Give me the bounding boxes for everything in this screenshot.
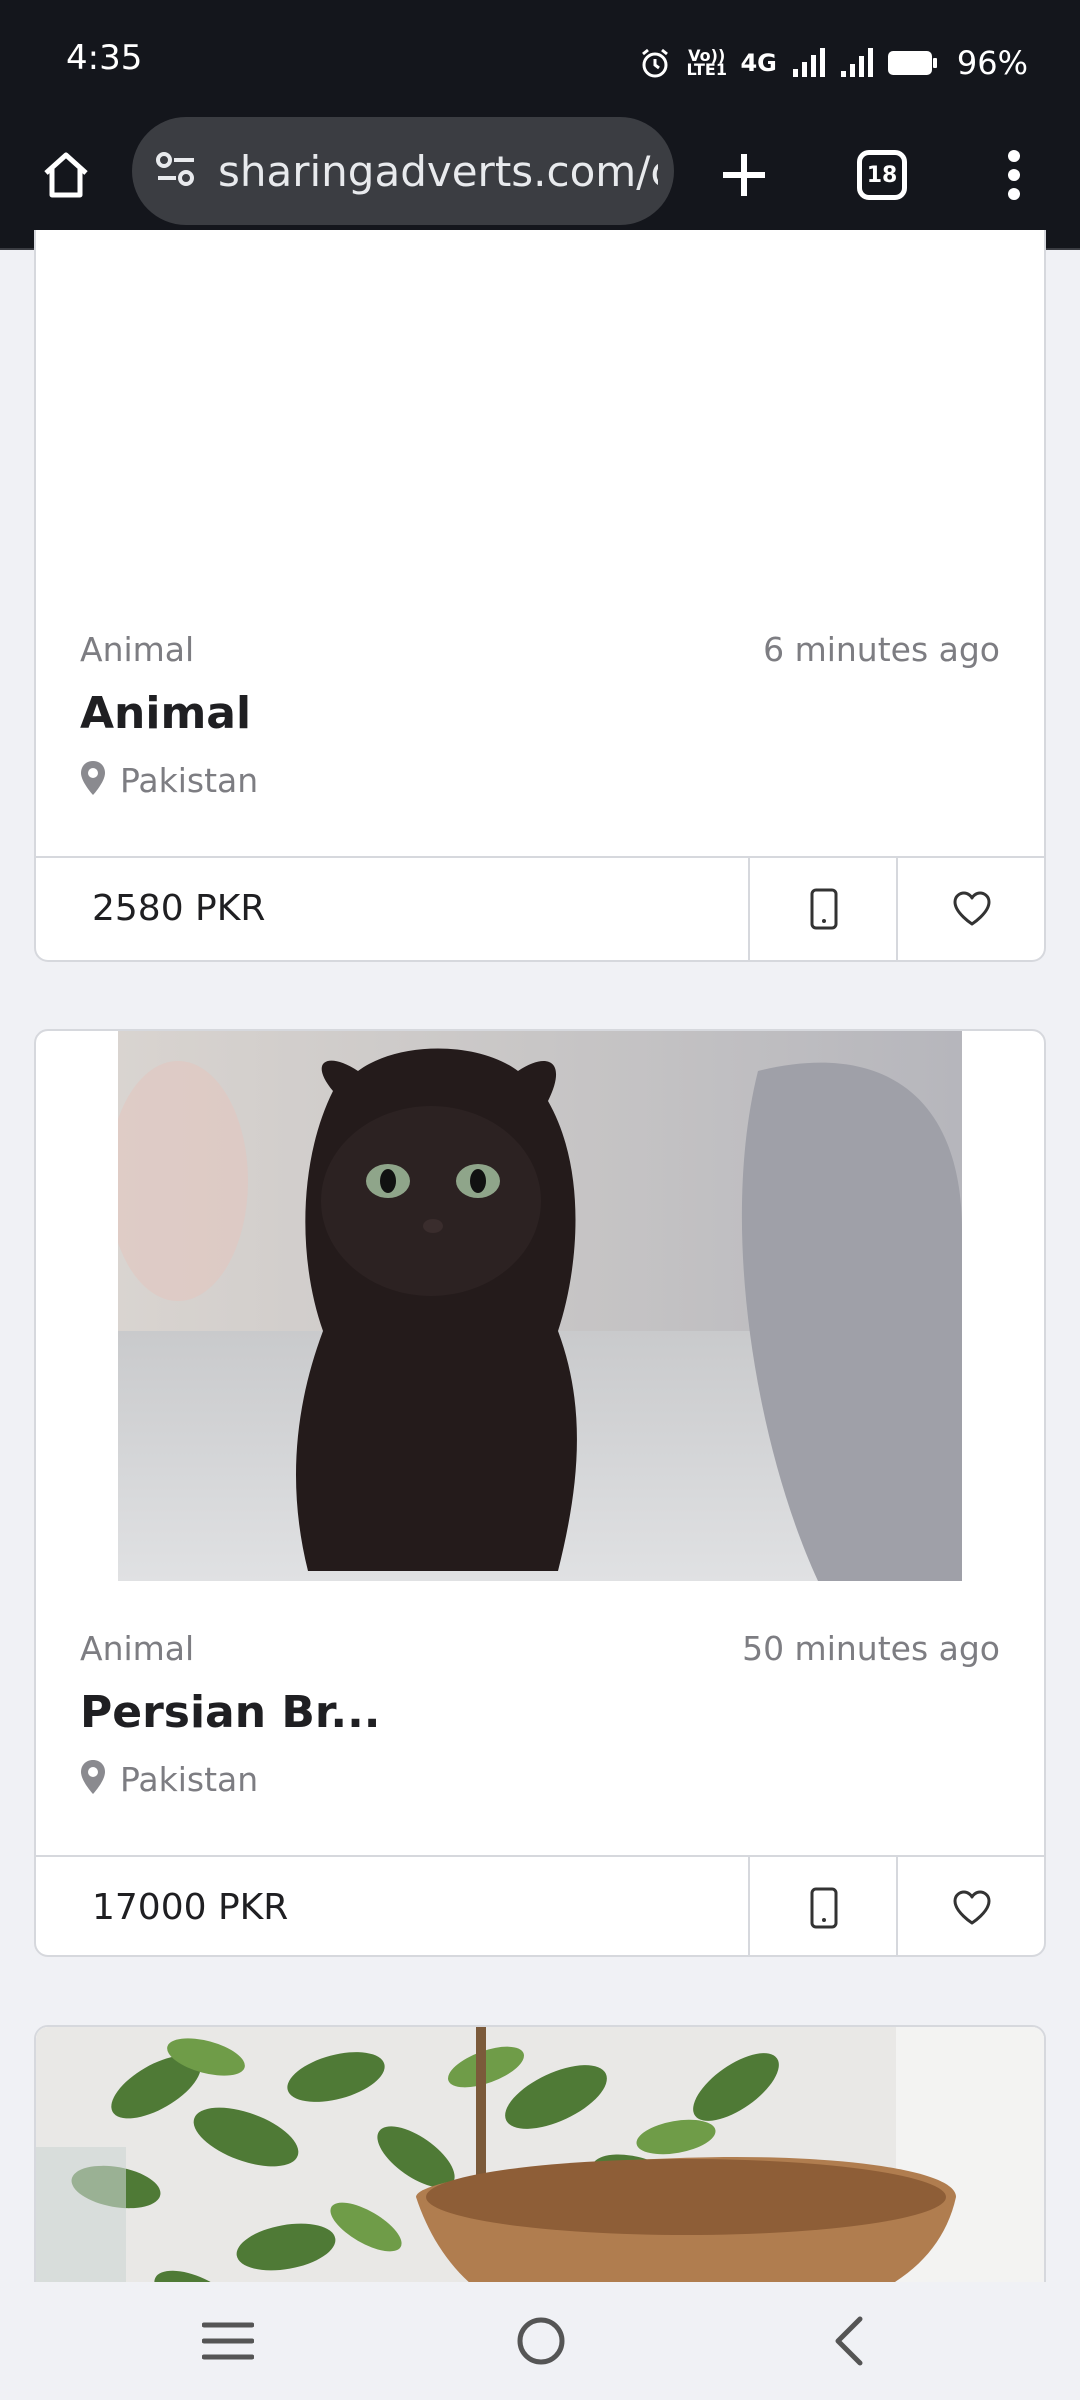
heart-icon xyxy=(953,1890,991,1925)
more-menu-button[interactable] xyxy=(982,143,1046,207)
listing-category: Animal xyxy=(80,1629,195,1668)
listing-time-ago: 50 minutes ago xyxy=(742,1629,1000,1668)
home-icon xyxy=(44,152,88,198)
listing-image[interactable] xyxy=(118,1031,962,1581)
listing-card[interactable] xyxy=(34,2025,1046,2325)
volte-icon: Vo)) LTE1 xyxy=(686,46,727,79)
listing-meta: Animal 6 minutes ago Animal Pakistan xyxy=(80,630,1000,830)
plant-bowl-photo xyxy=(36,2027,1044,2323)
signal-strength-icon-2 xyxy=(839,47,873,79)
alarm-icon xyxy=(638,46,672,80)
status-bar: 4:35 Vo)) LTE1 4G 96% xyxy=(0,0,1080,115)
tab-count[interactable]: 18 xyxy=(857,150,907,200)
favorite-button[interactable] xyxy=(896,1857,1044,1955)
listing-card[interactable]: Animal 6 minutes ago Animal Pakistan 258… xyxy=(34,230,1046,962)
favorite-button[interactable] xyxy=(896,858,1044,960)
call-button[interactable] xyxy=(748,1857,898,1955)
kitten-photo xyxy=(118,1031,962,1581)
listing-location: Pakistan xyxy=(80,760,258,800)
phone-icon xyxy=(810,1887,838,1929)
listing-time-ago: 6 minutes ago xyxy=(763,630,1000,669)
tab-switcher-button[interactable]: 18 xyxy=(850,143,914,207)
listing-category: Animal xyxy=(80,630,195,669)
price-row: 17000 PKR xyxy=(36,1855,1044,1955)
battery-percent: 96% xyxy=(956,44,1028,82)
menu-icon xyxy=(202,2322,254,2360)
system-nav-bar xyxy=(0,2282,1080,2400)
recent-apps-button[interactable] xyxy=(193,2306,263,2376)
location-pin-icon xyxy=(80,760,106,800)
url-bar[interactable]: sharingadverts.com/c xyxy=(132,117,674,225)
listing-location-text: Pakistan xyxy=(120,760,259,800)
home-nav-button[interactable] xyxy=(506,2306,576,2376)
listing-price: 2580 PKR xyxy=(92,888,266,929)
new-tab-button[interactable] xyxy=(712,143,776,207)
location-pin-icon xyxy=(80,1759,106,1799)
status-icons: Vo)) LTE1 4G 96% xyxy=(638,38,1028,88)
site-settings-icon[interactable] xyxy=(154,149,198,193)
listing-title[interactable]: Animal xyxy=(80,688,251,739)
battery-icon xyxy=(887,49,939,77)
listing-title[interactable]: Persian Br... xyxy=(80,1687,381,1738)
url-text[interactable]: sharingadverts.com/c xyxy=(218,147,658,196)
network-type-label: 4G xyxy=(740,49,777,77)
call-button[interactable] xyxy=(748,858,898,960)
phone-icon xyxy=(810,888,838,930)
listing-image-placeholder[interactable] xyxy=(36,230,1044,590)
heart-icon xyxy=(953,891,991,926)
listing-image[interactable] xyxy=(36,2027,1044,2323)
status-time: 4:35 xyxy=(66,38,143,78)
price-row: 2580 PKR xyxy=(36,856,1044,960)
home-button[interactable] xyxy=(34,143,98,207)
listing-location: Pakistan xyxy=(80,1759,258,1799)
listing-location-text: Pakistan xyxy=(120,1759,259,1799)
listing-card[interactable]: Animal 50 minutes ago Persian Br... Paki… xyxy=(34,1029,1046,1957)
plus-icon xyxy=(723,154,765,196)
circle-home-icon xyxy=(517,2317,565,2365)
back-button[interactable] xyxy=(815,2306,885,2376)
more-vert-icon xyxy=(1008,150,1020,200)
listing-price: 17000 PKR xyxy=(92,1887,289,1928)
back-chevron-icon xyxy=(835,2316,863,2366)
listing-meta: Animal 50 minutes ago Persian Br... Paki… xyxy=(80,1629,1000,1829)
signal-strength-icon xyxy=(791,47,825,79)
